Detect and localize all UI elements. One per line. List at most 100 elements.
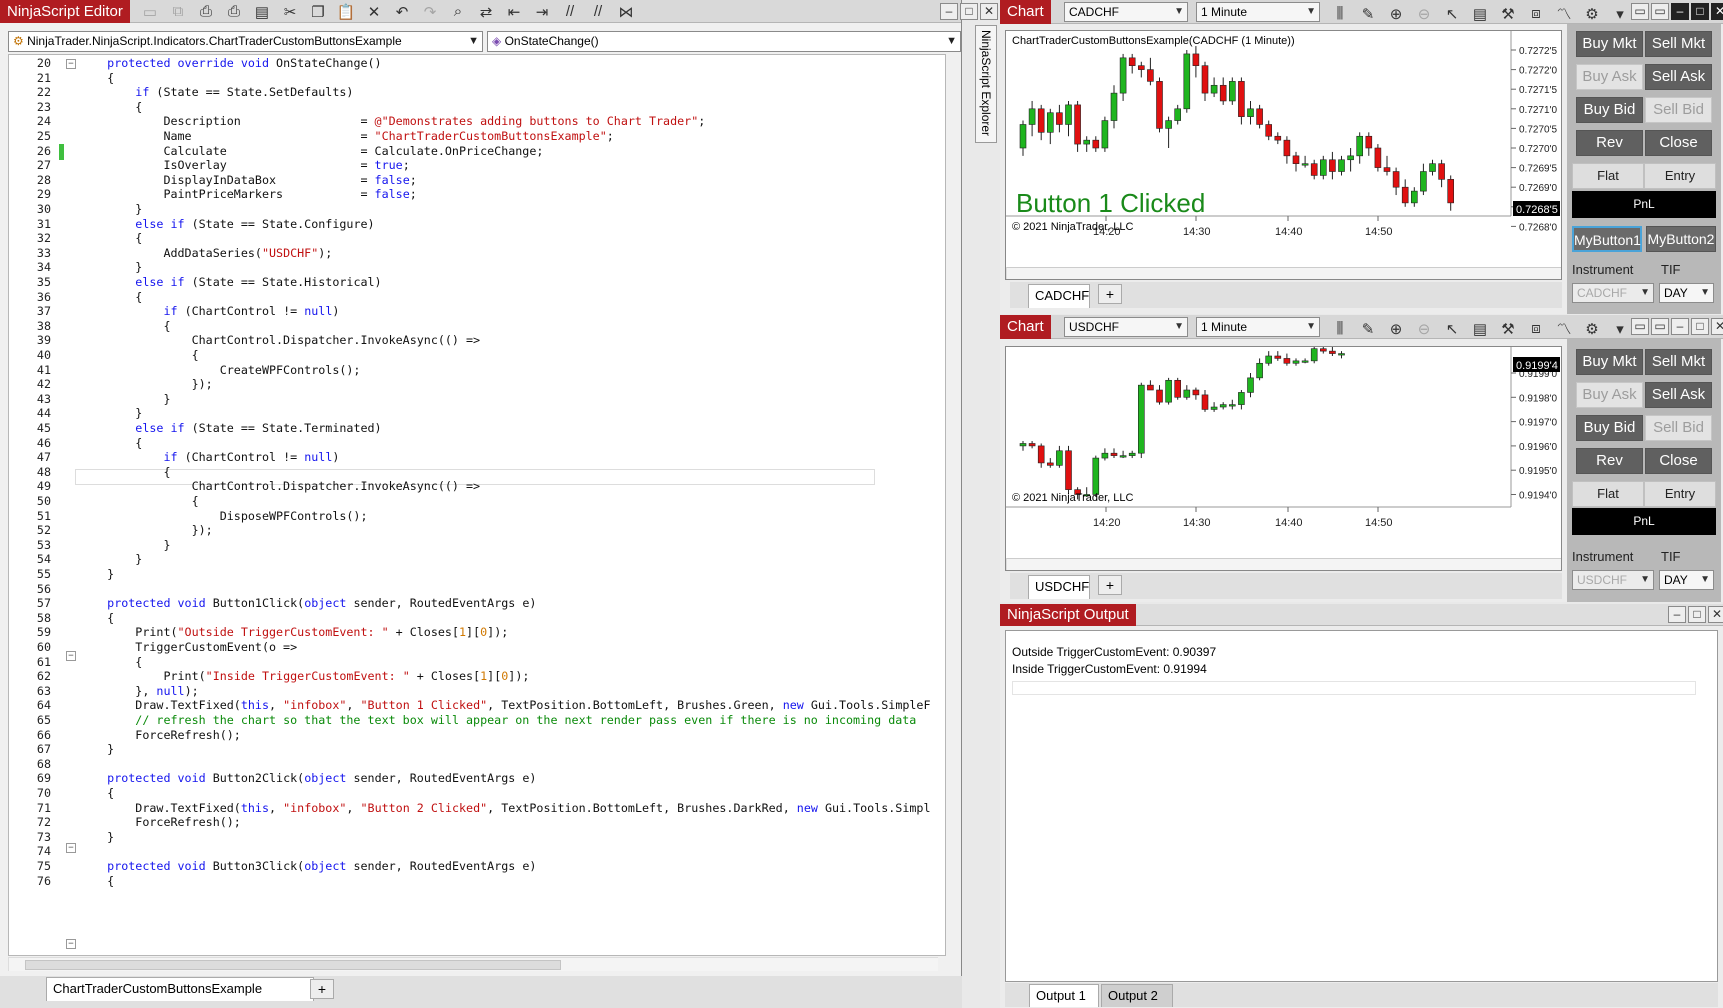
layout-icon[interactable]: ▭ <box>1651 3 1669 20</box>
chart-horizontal-scrollbar[interactable] <box>1006 267 1561 279</box>
pointer-icon[interactable]: ↖ <box>1438 317 1466 340</box>
rev-button[interactable]: Rev <box>1576 130 1643 156</box>
zoom-out-icon[interactable]: ⊖ <box>1410 317 1438 340</box>
minimize-icon[interactable]: – <box>1671 318 1689 335</box>
paste-icon[interactable]: 📋 <box>332 0 360 23</box>
fold-toggle-icon[interactable]: − <box>66 59 76 69</box>
close-position-button[interactable]: Close <box>1645 448 1712 474</box>
price-chart-usdchf[interactable]: 0.9199'0 0.9198'0 0.9197'0 0.9196'0 0.9195'0… <box>1005 346 1562 571</box>
properties-icon[interactable]: ⚙ <box>1578 2 1606 25</box>
indicators-icon[interactable]: 〽 <box>1550 317 1578 340</box>
sell-bid-button[interactable]: Sell Bid <box>1645 415 1712 441</box>
trader-instrument-select[interactable]: USDCHF ▼ <box>1572 570 1654 590</box>
flat-button[interactable]: Flat <box>1572 481 1644 507</box>
drawing-tool-icon[interactable]: ✎ <box>1354 317 1382 340</box>
drawing-tool-icon[interactable]: ✎ <box>1354 2 1382 25</box>
maximize-icon[interactable]: □ <box>1691 3 1709 20</box>
sell-bid-button[interactable]: Sell Bid <box>1645 97 1712 123</box>
strategies-icon[interactable]: ⧈ <box>1522 317 1550 340</box>
vertical-scrollbar[interactable] <box>945 55 946 955</box>
chart-horizontal-scrollbar[interactable] <box>1006 558 1561 570</box>
close-icon[interactable]: ✕ <box>1711 3 1723 20</box>
replace-icon[interactable]: ⇄ <box>472 0 500 23</box>
tile-icon[interactable]: ▭ <box>1631 318 1649 335</box>
fold-toggle-icon[interactable]: − <box>66 939 76 949</box>
buy-bid-button[interactable]: Buy Bid <box>1576 97 1643 123</box>
zoom-in-icon[interactable]: ⊕ <box>1382 317 1410 340</box>
buy-ask-button[interactable]: Buy Ask <box>1576 382 1643 408</box>
trader-instrument-select[interactable]: CADCHF ▼ <box>1572 283 1654 303</box>
instrument-selector[interactable]: CADCHF ▼ <box>1064 2 1188 22</box>
chart-tab-cadchf[interactable]: CADCHF <box>1028 284 1090 308</box>
zoom-out-icon[interactable]: ⊖ <box>1410 2 1438 25</box>
tif-select[interactable]: DAY ▼ <box>1659 283 1714 303</box>
comment-icon[interactable]: // <box>556 0 584 23</box>
chart-trader-icon[interactable]: ⚒ <box>1494 317 1522 340</box>
mybutton2-button[interactable]: MyButton2 <box>1646 226 1716 252</box>
cut-icon[interactable]: ✂ <box>276 0 304 23</box>
save-all-icon[interactable]: ⧉ <box>164 0 192 23</box>
pointer-icon[interactable]: ↖ <box>1438 2 1466 25</box>
maximize-icon[interactable]: □ <box>1691 318 1709 335</box>
indent-icon[interactable]: ⇥ <box>528 0 556 23</box>
rev-button[interactable]: Rev <box>1576 448 1643 474</box>
instrument-selector[interactable]: USDCHF ▼ <box>1064 317 1188 337</box>
output-input-row[interactable] <box>1012 681 1696 695</box>
close-position-button[interactable]: Close <box>1645 130 1712 156</box>
price-chart-cadchf[interactable]: 0.7272'5 0.7272'0 0.7271'5 0.7271'0 0.7270'5… <box>1005 30 1562 280</box>
bar-style-icon[interactable]: ⫼ <box>1326 317 1354 340</box>
minimize-icon[interactable]: – <box>1671 3 1689 20</box>
mybutton1-button[interactable]: MyButton1 <box>1572 226 1642 252</box>
scrollbar-thumb[interactable] <box>25 960 561 970</box>
buy-mkt-button[interactable]: Buy Mkt <box>1576 349 1643 375</box>
interval-selector[interactable]: 1 Minute ▼ <box>1196 2 1320 22</box>
sell-mkt-button[interactable]: Sell Mkt <box>1645 349 1712 375</box>
zoom-in-icon[interactable]: ⊕ <box>1382 2 1410 25</box>
indicators-icon[interactable]: 〽 <box>1550 2 1578 25</box>
class-dropdown[interactable]: ⚙ NinjaTrader.NinjaScript.Indicators.Cha… <box>8 31 483 52</box>
minimize-icon[interactable]: – <box>940 3 958 20</box>
sell-ask-button[interactable]: Sell Ask <box>1645 64 1712 90</box>
uncomment-icon[interactable]: // <box>584 0 612 23</box>
maximize-icon[interactable]: □ <box>1688 606 1706 623</box>
data-box-icon[interactable]: ▤ <box>1466 2 1494 25</box>
close-icon[interactable]: ✕ <box>1708 606 1723 623</box>
sell-mkt-button[interactable]: Sell Mkt <box>1645 31 1712 57</box>
strategies-icon[interactable]: ⧈ <box>1522 2 1550 25</box>
chart-trader-icon[interactable]: ⚒ <box>1494 2 1522 25</box>
file-tab[interactable]: ChartTraderCustomButtonsExample <box>46 977 314 1001</box>
tif-select[interactable]: DAY ▼ <box>1659 570 1714 590</box>
visual-studio-icon[interactable]: ⋈ <box>612 0 640 23</box>
output-tab-1[interactable]: Output 1 <box>1029 984 1099 1007</box>
horizontal-scrollbar[interactable] <box>8 957 938 971</box>
chart-tab-usdchf[interactable]: USDCHF <box>1028 575 1090 599</box>
close-icon[interactable]: ✕ <box>1711 318 1723 335</box>
fold-toggle-icon[interactable]: − <box>66 843 76 853</box>
copy-icon[interactable]: ❐ <box>304 0 332 23</box>
output-tab-2[interactable]: Output 2 <box>1101 984 1173 1007</box>
method-dropdown[interactable]: ◈ OnStateChange() ▼ <box>487 31 961 52</box>
minimize-icon[interactable]: – <box>1668 606 1686 623</box>
more-icon[interactable]: ▾ <box>1606 2 1634 25</box>
buy-bid-button[interactable]: Buy Bid <box>1576 415 1643 441</box>
code-editor[interactable]: 20 protected override void OnStateChange… <box>8 54 946 956</box>
find-icon[interactable]: ⌕ <box>444 0 472 23</box>
undo-icon[interactable]: ↶ <box>388 0 416 23</box>
add-chart-tab-button[interactable]: + <box>1098 575 1122 595</box>
redo-icon[interactable]: ↷ <box>416 0 444 23</box>
output-text-area[interactable]: Outside TriggerCustomEvent: 0.90397 Insi… <box>1005 630 1718 982</box>
print-icon[interactable]: ⎙ <box>192 0 220 23</box>
entry-button[interactable]: Entry <box>1644 481 1716 507</box>
entry-button[interactable]: Entry <box>1644 163 1716 189</box>
save-icon[interactable]: ▭ <box>136 0 164 23</box>
flat-button[interactable]: Flat <box>1572 163 1644 189</box>
data-box-icon[interactable]: ▤ <box>1466 317 1494 340</box>
delete-icon[interactable]: ✕ <box>360 0 388 23</box>
tile-icon[interactable]: ▭ <box>1631 3 1649 20</box>
ninjascript-explorer-tab[interactable]: NinjaScript Explorer <box>975 25 997 143</box>
layout-icon[interactable]: ▭ <box>1651 318 1669 335</box>
maximize-icon[interactable]: □ <box>960 3 978 20</box>
page-setup-icon[interactable]: ▤ <box>248 0 276 23</box>
buy-mkt-button[interactable]: Buy Mkt <box>1576 31 1643 57</box>
close-icon[interactable]: ✕ <box>980 3 998 20</box>
